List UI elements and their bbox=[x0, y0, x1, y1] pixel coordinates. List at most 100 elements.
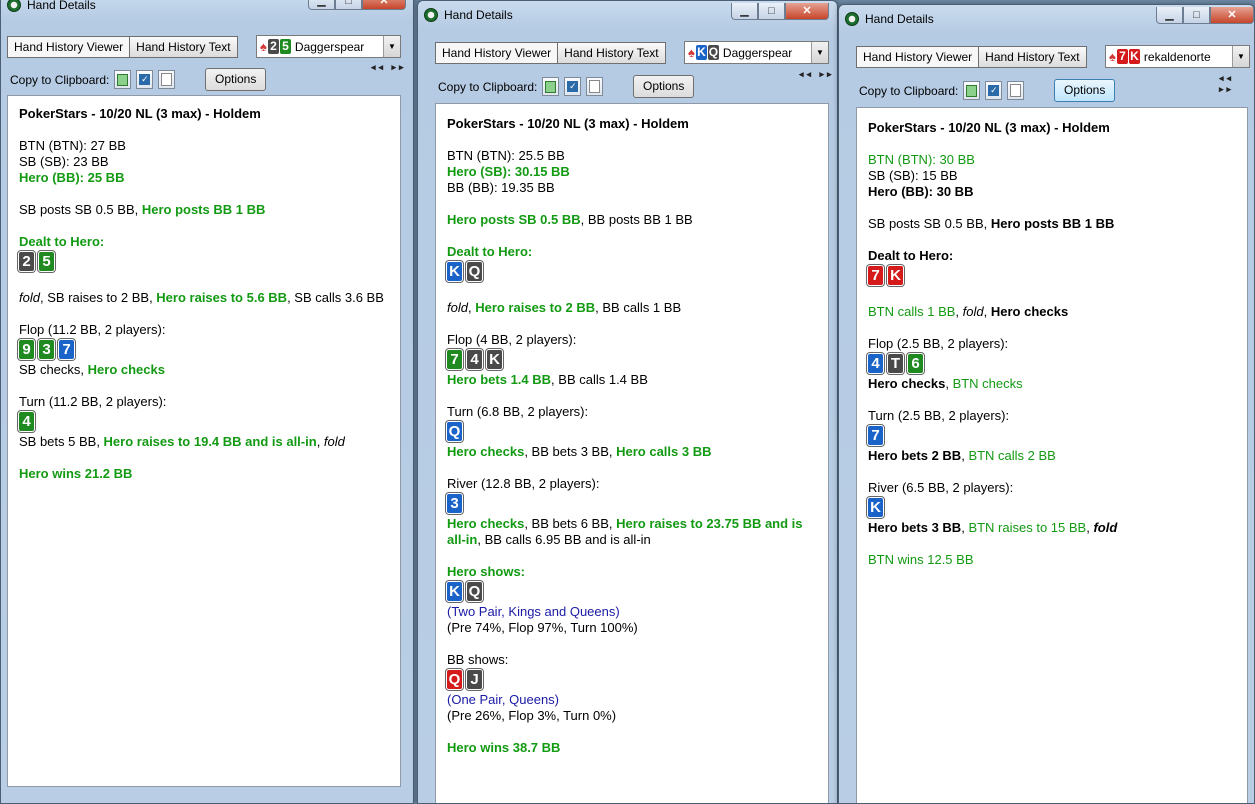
dealt-label: Dealt to Hero: bbox=[868, 248, 954, 263]
view-tabs: Hand History Viewer Hand History Text bbox=[856, 46, 1087, 68]
turn-label: Turn (6.8 BB, 2 players): bbox=[447, 404, 589, 419]
chevron-down-icon[interactable]: ▼ bbox=[1232, 46, 1249, 67]
player-select[interactable]: ♠ 7 K rekaldenorte ▼ bbox=[1105, 45, 1250, 68]
river-label: River (6.5 BB, 2 players): bbox=[868, 480, 1014, 495]
hero-action: Hero checks bbox=[447, 444, 525, 459]
hero-action: all-in bbox=[447, 532, 478, 547]
playing-card: 7 bbox=[868, 426, 883, 445]
title-bar[interactable]: Hand Details ▁ □ ✕ bbox=[418, 3, 837, 27]
options-button[interactable]: Options bbox=[633, 75, 695, 98]
player-select[interactable]: ♠ 2 5 Daggerspear ▼ bbox=[256, 35, 401, 58]
close-button[interactable]: ✕ bbox=[362, 0, 406, 10]
turn-label: Turn (2.5 BB, 2 players): bbox=[868, 408, 1010, 423]
action-text: fold bbox=[447, 300, 468, 315]
copy-forum-icon[interactable]: ✓ bbox=[564, 77, 582, 96]
hero-action: Hero calls 3 BB bbox=[616, 444, 712, 459]
action-text: , BB calls 6.95 BB and is all-in bbox=[477, 532, 651, 547]
maximize-button[interactable]: □ bbox=[758, 3, 785, 20]
game-header: PokerStars - 10/20 NL (3 max) - Holdem bbox=[447, 116, 689, 131]
action-text: , BB bets 3 BB, bbox=[524, 444, 617, 459]
flop-actions: Hero checks, BTN checks bbox=[868, 376, 1241, 392]
tab-hand-history-viewer[interactable]: Hand History Viewer bbox=[435, 42, 559, 64]
close-button[interactable]: ✕ bbox=[1210, 7, 1254, 24]
hole-cards: 25 bbox=[19, 250, 394, 274]
action-text: SB posts SB 0.5 BB, bbox=[19, 202, 142, 217]
copy-text-icon[interactable] bbox=[1007, 81, 1025, 100]
action-text: fold bbox=[1093, 520, 1118, 535]
poker-chip-icon bbox=[424, 8, 438, 22]
hero-action: Hero checks bbox=[447, 516, 525, 531]
hero-action: Hero posts BB 1 BB bbox=[141, 202, 266, 217]
flop-cards: 4T6 bbox=[868, 352, 1241, 376]
chevron-down-icon[interactable]: ▼ bbox=[811, 42, 828, 63]
tab-hand-history-text[interactable]: Hand History Text bbox=[130, 36, 238, 58]
playing-card: K bbox=[487, 350, 502, 369]
tab-hand-history-viewer[interactable]: Hand History Viewer bbox=[7, 36, 131, 58]
window-controls: ▁ □ ✕ bbox=[1156, 7, 1254, 24]
copy-image-icon[interactable] bbox=[114, 70, 132, 89]
turn-label: Turn (11.2 BB, 2 players): bbox=[19, 394, 167, 409]
river-cards: K bbox=[868, 496, 1241, 520]
action-text: , BB calls 1.4 BB bbox=[551, 372, 648, 387]
playing-card: 3 bbox=[39, 340, 54, 359]
stack-line-hero: Hero (BB): 30 BB bbox=[868, 184, 974, 199]
view-tabs: Hand History Viewer Hand History Text bbox=[7, 36, 238, 58]
stack-line-hero: Hero (SB): 30.15 BB bbox=[447, 164, 570, 179]
stack-line: BTN (BTN): 25.5 BB bbox=[447, 148, 565, 163]
minimize-button[interactable]: ▁ bbox=[1156, 7, 1183, 24]
playing-card: 4 bbox=[868, 354, 883, 373]
stack-line: BTN (BTN): 27 BB bbox=[19, 138, 126, 153]
playing-card: 9 bbox=[19, 340, 34, 359]
playing-card: K bbox=[447, 582, 462, 601]
copy-image-icon[interactable] bbox=[963, 81, 981, 100]
minimize-button[interactable]: ▁ bbox=[308, 0, 335, 10]
turn-cards: 7 bbox=[868, 424, 1241, 448]
nav-arrows[interactable]: ◂◂ ▸▸ bbox=[799, 69, 835, 80]
nav-arrows[interactable]: ◂◂ ▸▸ bbox=[371, 62, 407, 73]
copy-text-icon[interactable] bbox=[586, 77, 604, 96]
result-line: Hero wins 21.2 BB bbox=[19, 466, 133, 481]
tab-hand-history-text[interactable]: Hand History Text bbox=[979, 46, 1087, 68]
player-card: K bbox=[695, 45, 707, 60]
copy-forum-icon[interactable]: ✓ bbox=[136, 70, 154, 89]
minimize-button[interactable]: ▁ bbox=[731, 3, 758, 20]
bb-equity: (Pre 26%, Flop 3%, Turn 0%) bbox=[447, 708, 617, 723]
maximize-button[interactable]: □ bbox=[1183, 7, 1210, 24]
copy-label: Copy to Clipboard: bbox=[10, 72, 110, 87]
hero-action: Hero raises to 23.75 BB and is bbox=[616, 516, 803, 531]
hero-action: Hero checks bbox=[990, 304, 1069, 319]
flop-label: Flop (2.5 BB, 2 players): bbox=[868, 336, 1009, 351]
close-button[interactable]: ✕ bbox=[785, 3, 829, 20]
playing-card: T bbox=[888, 354, 903, 373]
action-text: , bbox=[316, 434, 324, 449]
hand-details-window-3: Hand Details ▁ □ ✕ Hand History Viewer H… bbox=[838, 4, 1255, 804]
hero-action: Hero checks bbox=[87, 362, 165, 377]
action-text: BTN calls 2 BB bbox=[968, 448, 1056, 463]
copy-row: Copy to Clipboard: ✓ bbox=[10, 70, 176, 89]
player-name: Daggerspear bbox=[294, 39, 365, 54]
playing-card: K bbox=[868, 498, 883, 517]
copy-forum-icon[interactable]: ✓ bbox=[985, 81, 1003, 100]
blinds-line: Hero posts SB 0.5 BB, BB posts BB 1 BB bbox=[447, 212, 822, 228]
river-actions: Hero bets 3 BB, BTN raises to 15 BB, fol… bbox=[868, 520, 1241, 536]
preflop-actions: fold, Hero raises to 2 BB, BB calls 1 BB bbox=[447, 300, 822, 316]
title-bar[interactable]: Hand Details ▁ □ ✕ bbox=[839, 7, 1254, 31]
game-header: PokerStars - 10/20 NL (3 max) - Holdem bbox=[19, 106, 261, 121]
spade-icon: ♠ bbox=[260, 39, 267, 54]
title-bar[interactable]: Hand Details ▁ □ ✕ bbox=[1, 0, 413, 17]
playing-card: 7 bbox=[447, 350, 462, 369]
window-controls: ▁ □ ✕ bbox=[308, 0, 406, 10]
window-title: Hand Details bbox=[865, 12, 934, 26]
options-button[interactable]: Options bbox=[1054, 79, 1116, 102]
tab-hand-history-text[interactable]: Hand History Text bbox=[558, 42, 666, 64]
options-button[interactable]: Options bbox=[205, 68, 267, 91]
player-select[interactable]: ♠ K Q Daggerspear ▼ bbox=[684, 41, 829, 64]
copy-image-icon[interactable] bbox=[542, 77, 560, 96]
player-card: K bbox=[1128, 49, 1140, 64]
chevron-down-icon[interactable]: ▼ bbox=[383, 36, 400, 57]
hero-shown-cards: KQ bbox=[447, 580, 822, 604]
nav-arrows[interactable]: ◂◂ ▸▸ bbox=[1219, 73, 1254, 95]
tab-hand-history-viewer[interactable]: Hand History Viewer bbox=[856, 46, 980, 68]
maximize-button[interactable]: □ bbox=[335, 0, 362, 10]
copy-text-icon[interactable] bbox=[158, 70, 176, 89]
